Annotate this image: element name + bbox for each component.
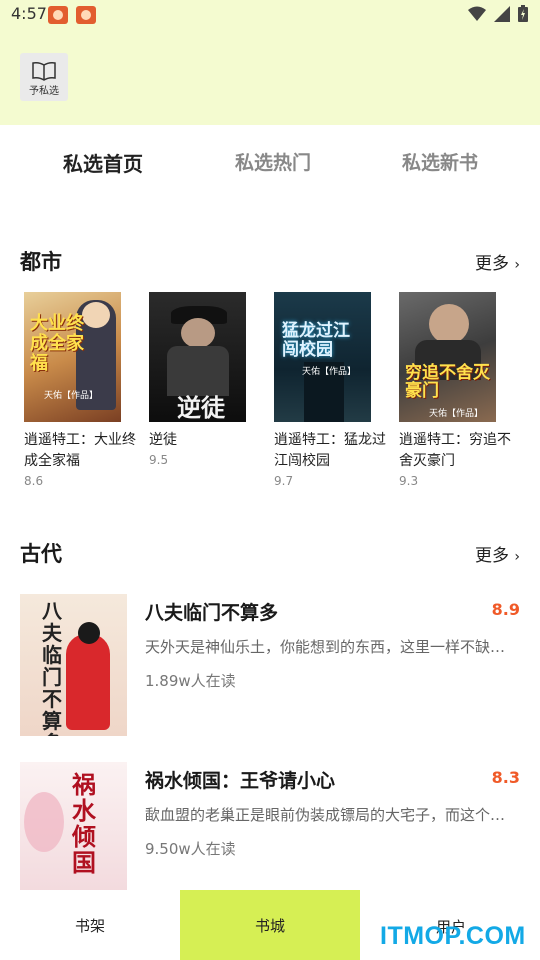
book-title: 祸水倾国：王爷请小心 xyxy=(145,770,336,792)
nav-label: 书城 xyxy=(254,916,285,935)
status-time: 4:57 xyxy=(11,4,47,23)
watermark: ITMOP.COM xyxy=(380,922,526,950)
section-title-ancient: 古代 xyxy=(20,542,62,566)
tab-bar: 私选首页 私选热门 私选新书 xyxy=(0,140,540,184)
cover-title: 猛龙过江闯校园 xyxy=(282,321,350,360)
book-cover: 祸水倾国 xyxy=(20,762,127,904)
chevron-right-icon: › xyxy=(514,549,520,565)
list-item[interactable]: 八夫临门不算多 八夫临门不算多 8.9 天外天是神仙乐土，你能想到的东西，这里一… xyxy=(20,594,520,736)
book-title: 逍遥特工：穷追不舍灭豪门 xyxy=(399,432,511,469)
book-card[interactable]: 大业终成全家福 天佑【作品】 逍遥特工：大业终成全家福 8.6 xyxy=(24,292,139,488)
app-notification-icon xyxy=(76,6,96,24)
more-link-urban[interactable]: 更多 › xyxy=(475,249,520,274)
nav-bookshelf[interactable]: 书架 xyxy=(0,890,180,960)
book-card[interactable]: 猛龙过江闯校园 天佑【作品】 逍遥特工：猛龙过江闯校园 9.7 xyxy=(274,292,389,488)
open-book-icon xyxy=(32,62,56,81)
book-description: 歃血盟的老巢正是眼前伪装成镖局的大宅子，而这个男… xyxy=(145,806,515,824)
nav-bookstore[interactable]: 书城 xyxy=(180,890,360,960)
section-title-urban: 都市 xyxy=(20,250,62,274)
wifi-icon xyxy=(468,6,486,21)
signal-icon xyxy=(494,5,510,22)
battery-icon xyxy=(518,5,528,22)
status-bar: 4:57 xyxy=(0,0,540,30)
book-cover: 逆徒 xyxy=(149,292,246,422)
book-cover: 穷追不舍灭豪门 天佑【作品】 xyxy=(399,292,496,422)
book-cover: 猛龙过江闯校园 天佑【作品】 xyxy=(274,292,371,422)
cover-title: 大业终成全家福 xyxy=(30,313,84,374)
book-card[interactable]: 穷追不舍灭豪门 天佑【作品】 逍遥特工：穷追不舍灭豪门 9.3 xyxy=(399,292,514,488)
reader-count: 9.50w人在读 xyxy=(145,840,236,858)
book-title: 八夫临门不算多 xyxy=(145,602,279,624)
logo-text: 予私选 xyxy=(29,86,59,97)
list-item[interactable]: 祸水倾国 祸水倾国：王爷请小心 8.3 歃血盟的老巢正是眼前伪装成镖局的大宅子，… xyxy=(20,762,520,904)
tab-new[interactable]: 私选新书 xyxy=(402,148,478,175)
app-logo[interactable]: 予私选 xyxy=(20,53,68,101)
cover-author: 天佑【作品】 xyxy=(44,391,99,401)
book-score: 9.5 xyxy=(149,453,169,467)
cover-title: 逆徒 xyxy=(177,394,225,422)
book-score: 8.3 xyxy=(491,768,520,787)
book-cover: 八夫临门不算多 xyxy=(20,594,127,736)
book-description: 天外天是神仙乐土，你能想到的东西，这里一样不缺全… xyxy=(145,638,515,656)
top-header: 4:57 予私选 xyxy=(0,0,540,125)
reader-count: 1.89w人在读 xyxy=(145,672,236,690)
book-title: 逍遥特工：大业终成全家福 xyxy=(24,432,136,469)
book-score: 9.3 xyxy=(399,474,419,488)
cover-author: 天佑【作品】 xyxy=(429,409,484,419)
book-cover: 大业终成全家福 天佑【作品】 xyxy=(24,292,121,422)
nav-label: 书架 xyxy=(74,916,105,935)
book-score: 8.9 xyxy=(491,600,520,619)
tab-home[interactable]: 私选首页 xyxy=(63,148,143,177)
tab-hot[interactable]: 私选热门 xyxy=(235,148,311,175)
cover-title: 穷追不舍灭豪门 xyxy=(405,363,490,401)
more-label: 更多 xyxy=(474,254,509,274)
cover-title: 八夫临门不算多 xyxy=(42,599,62,736)
app-notification-icon xyxy=(48,6,68,24)
book-score: 8.6 xyxy=(24,474,44,488)
cover-author: 天佑【作品】 xyxy=(302,367,357,377)
book-title: 逆徒 xyxy=(149,432,177,448)
cover-title: 祸水倾国 xyxy=(72,771,96,877)
more-link-ancient[interactable]: 更多 › xyxy=(475,541,520,566)
book-title: 逍遥特工：猛龙过江闯校园 xyxy=(274,432,386,469)
chevron-right-icon: › xyxy=(514,257,520,273)
book-card[interactable]: 逆徒 逆徒 9.5 xyxy=(149,292,264,467)
book-score: 9.7 xyxy=(274,474,294,488)
more-label: 更多 xyxy=(474,546,509,566)
